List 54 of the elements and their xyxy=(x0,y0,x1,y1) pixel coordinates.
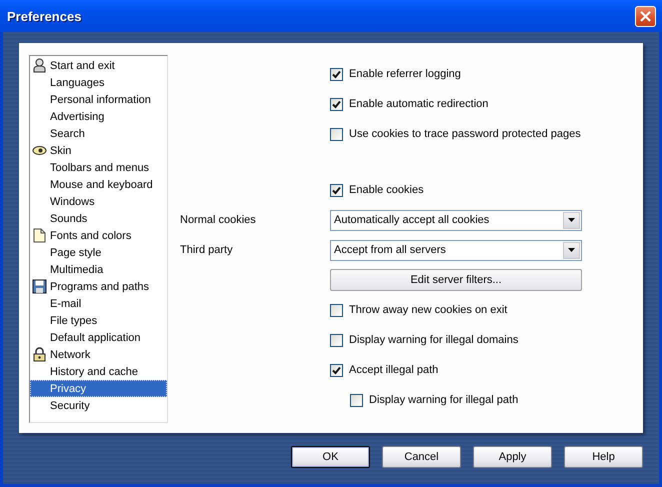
category-item[interactable]: History and cache xyxy=(30,363,167,380)
dialog-button[interactable]: OK xyxy=(291,446,370,468)
checkbox-label: Enable automatic redirection xyxy=(349,98,488,110)
document-icon xyxy=(32,228,47,243)
checkbox-label: Accept illegal path xyxy=(349,364,438,376)
checkbox[interactable] xyxy=(330,364,343,376)
close-button[interactable]: × xyxy=(635,6,656,26)
checkbox-label: Enable cookies xyxy=(349,184,424,196)
checkbox[interactable] xyxy=(330,98,343,110)
category-item[interactable]: Windows xyxy=(30,193,167,210)
checkbox[interactable] xyxy=(330,68,343,80)
category-item[interactable]: Page style xyxy=(30,244,167,261)
category-item[interactable]: File types xyxy=(30,312,167,329)
category-item[interactable]: Security xyxy=(30,397,167,414)
category-item[interactable]: Privacy xyxy=(30,380,167,397)
category-item[interactable]: Network xyxy=(30,346,167,363)
dialog-button[interactable]: Apply xyxy=(473,446,552,468)
category-item[interactable]: Multimedia xyxy=(30,261,167,278)
field-label: Normal cookies xyxy=(180,214,257,226)
person-icon xyxy=(32,58,47,73)
category-item[interactable]: Start and exit xyxy=(30,57,167,74)
checkbox-label: Use cookies to trace password protected pages xyxy=(349,128,581,140)
category-item[interactable]: Skin xyxy=(30,142,167,159)
category-item[interactable]: Advertising xyxy=(30,108,167,125)
caret-icon xyxy=(568,218,575,222)
checkbox[interactable] xyxy=(330,128,343,140)
checkbox[interactable] xyxy=(330,184,343,196)
dialog-button[interactable]: Help xyxy=(564,446,643,468)
category-item[interactable]: E-mail xyxy=(30,295,167,312)
dialog-button[interactable]: Cancel xyxy=(382,446,461,468)
category-item[interactable]: Sounds xyxy=(30,210,167,227)
category-item[interactable]: Default application xyxy=(30,329,167,346)
category-item[interactable]: Programs and paths xyxy=(30,278,167,295)
category-item[interactable]: Toolbars and menus xyxy=(30,159,167,176)
padlock-icon xyxy=(32,347,47,362)
edit-filters-button[interactable]: Edit server filters... xyxy=(330,269,582,291)
category-item[interactable]: Languages xyxy=(30,74,167,91)
checkbox[interactable] xyxy=(350,394,363,406)
checkbox[interactable] xyxy=(330,334,343,346)
dropdown[interactable]: Accept from all servers xyxy=(330,240,582,260)
checkbox-label: Enable referrer logging xyxy=(349,68,461,80)
window-title: Preferences xyxy=(7,8,82,24)
checkbox[interactable] xyxy=(330,304,343,316)
caret-icon xyxy=(568,248,575,252)
checkbox-label: Throw away new cookies on exit xyxy=(349,304,508,316)
category-item[interactable]: Fonts and colors xyxy=(30,227,167,244)
category-item[interactable]: Search xyxy=(30,125,167,142)
checkbox-label: Display warning for illegal domains xyxy=(349,334,518,346)
dropdown[interactable]: Automatically accept all cookies xyxy=(330,210,582,230)
category-item[interactable]: Mouse and keyboard xyxy=(30,176,167,193)
category-item[interactable]: Personal information xyxy=(30,91,167,108)
field-label: Third party xyxy=(180,244,234,256)
checkbox-label: Display warning for illegal path xyxy=(369,394,518,406)
eye-icon xyxy=(32,143,47,158)
